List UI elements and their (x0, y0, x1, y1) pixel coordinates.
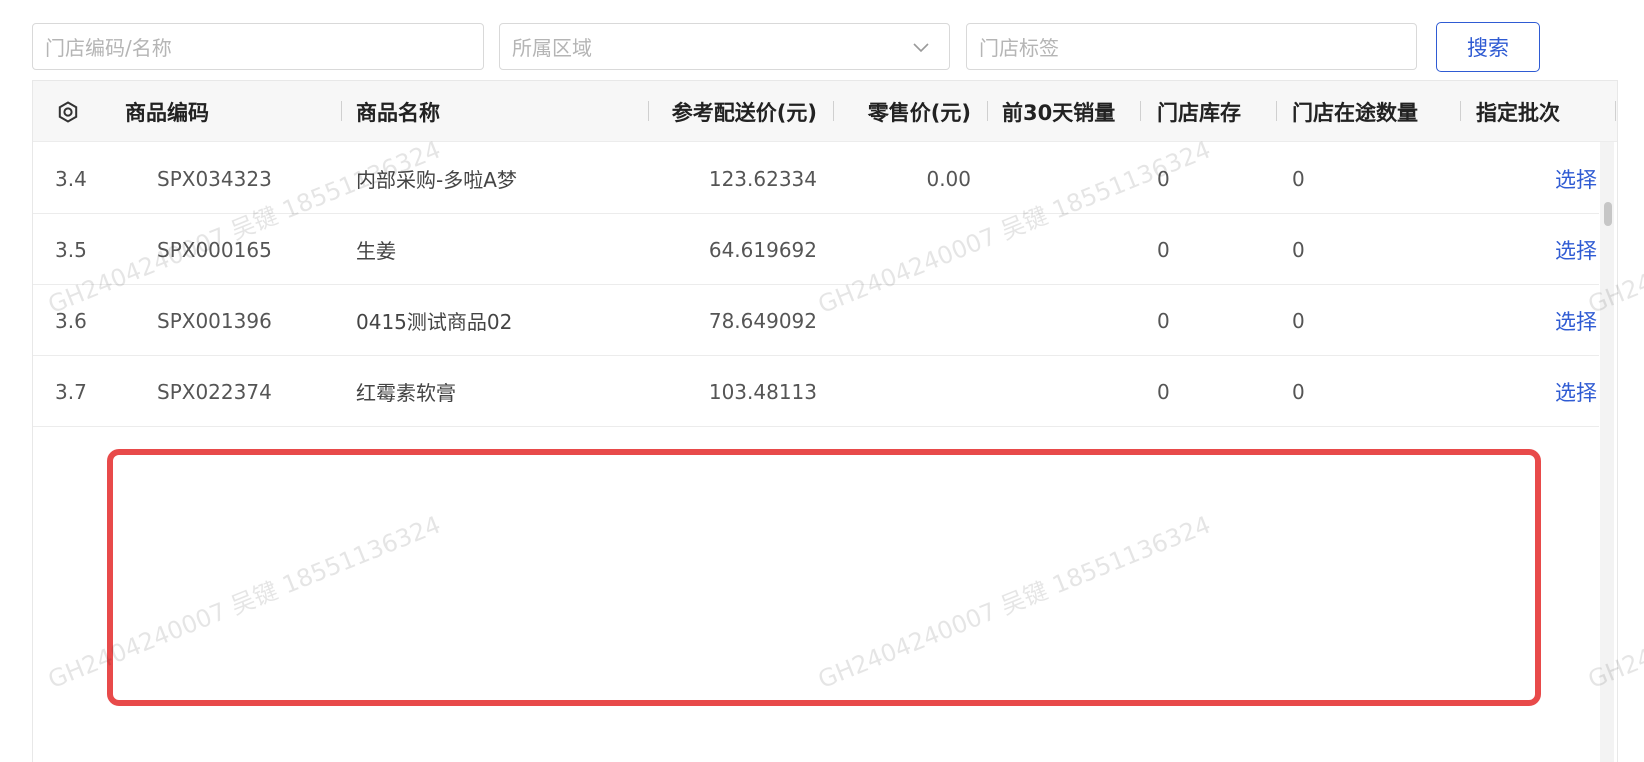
row-retail-price (833, 285, 971, 356)
row-ref-price: 78.649092 (708, 308, 817, 333)
row-ref-price: 103.48113 (708, 379, 817, 404)
column-divider[interactable] (987, 101, 988, 121)
row-name: 红霉素软膏 (356, 381, 456, 405)
header-ref-price: 参考配送价(元) (671, 100, 817, 125)
header-retail-price: 零售价(元) (867, 100, 971, 125)
column-divider[interactable] (1140, 101, 1141, 121)
row-code: SPX001396 (157, 308, 272, 333)
gear-icon[interactable] (57, 81, 79, 142)
region-placeholder: 所属区域 (512, 36, 592, 60)
store-tag-placeholder: 门店标签 (979, 36, 1059, 60)
column-divider[interactable] (1276, 101, 1277, 121)
chevron-down-icon (913, 43, 929, 53)
row-name: 内部采购-多啦A梦 (356, 168, 517, 192)
table-row: 3.6 SPX001396 0415测试商品02 78.649092 0 0 选… (33, 285, 1599, 356)
row-in-transit: 0 (1292, 237, 1305, 262)
store-tag-input[interactable]: 门店标签 (966, 23, 1417, 70)
header-name: 商品名称 (356, 100, 440, 125)
row-index: 3.7 (55, 379, 87, 404)
row-name: 0415测试商品02 (356, 310, 513, 334)
region-select[interactable]: 所属区域 (499, 23, 950, 70)
row-in-transit: 0 (1292, 308, 1305, 333)
select-batch-link[interactable]: 选择 (1555, 285, 1597, 356)
column-divider[interactable] (648, 101, 649, 121)
table-row: 3.5 SPX000165 生姜 64.619692 0 0 选择 (33, 214, 1599, 285)
row-in-transit: 0 (1292, 166, 1305, 191)
row-name: 生姜 (356, 239, 396, 263)
store-code-placeholder: 门店编码/名称 (45, 36, 172, 60)
select-batch-link[interactable]: 选择 (1555, 143, 1597, 214)
row-retail-price (833, 356, 971, 427)
header-in-transit: 门店在途数量 (1292, 100, 1418, 125)
row-code: SPX000165 (157, 237, 272, 262)
row-ref-price: 64.619692 (708, 237, 817, 262)
row-store-stock: 0 (1157, 308, 1170, 333)
header-code: 商品编码 (125, 100, 209, 125)
select-batch-link[interactable]: 选择 (1555, 356, 1597, 427)
store-code-input[interactable]: 门店编码/名称 (32, 23, 484, 70)
row-retail-price: 0.00 (926, 166, 971, 191)
row-code: SPX022374 (157, 379, 272, 404)
row-store-stock: 0 (1157, 237, 1170, 262)
table-row: 3.4 SPX034323 内部采购-多啦A梦 123.62334 0.00 0… (33, 143, 1599, 214)
row-ref-price: 123.62334 (708, 166, 817, 191)
row-index: 3.4 (55, 166, 87, 191)
row-store-stock: 0 (1157, 379, 1170, 404)
select-batch-link[interactable]: 选择 (1555, 214, 1597, 285)
row-store-stock: 0 (1157, 166, 1170, 191)
column-divider[interactable] (1615, 101, 1616, 121)
row-code: SPX034323 (157, 166, 272, 191)
row-in-transit: 0 (1292, 379, 1305, 404)
scrollbar-thumb[interactable] (1604, 202, 1612, 226)
table-header: 商品编码 商品名称 参考配送价(元) 零售价(元) 前30天销量 门店库存 门店… (33, 81, 1617, 142)
search-button[interactable]: 搜索 (1436, 22, 1540, 72)
header-batch: 指定批次 (1476, 100, 1560, 125)
row-index: 3.5 (55, 237, 87, 262)
table-row: 3.7 SPX022374 红霉素软膏 103.48113 0 0 选择 (33, 356, 1599, 427)
row-retail-price (833, 214, 971, 285)
row-index: 3.6 (55, 308, 87, 333)
column-divider[interactable] (341, 101, 342, 121)
header-sales-30d: 前30天销量 (1002, 100, 1116, 125)
header-store-stock: 门店库存 (1157, 100, 1241, 125)
vertical-scrollbar[interactable] (1600, 142, 1614, 762)
column-divider[interactable] (1460, 101, 1461, 121)
